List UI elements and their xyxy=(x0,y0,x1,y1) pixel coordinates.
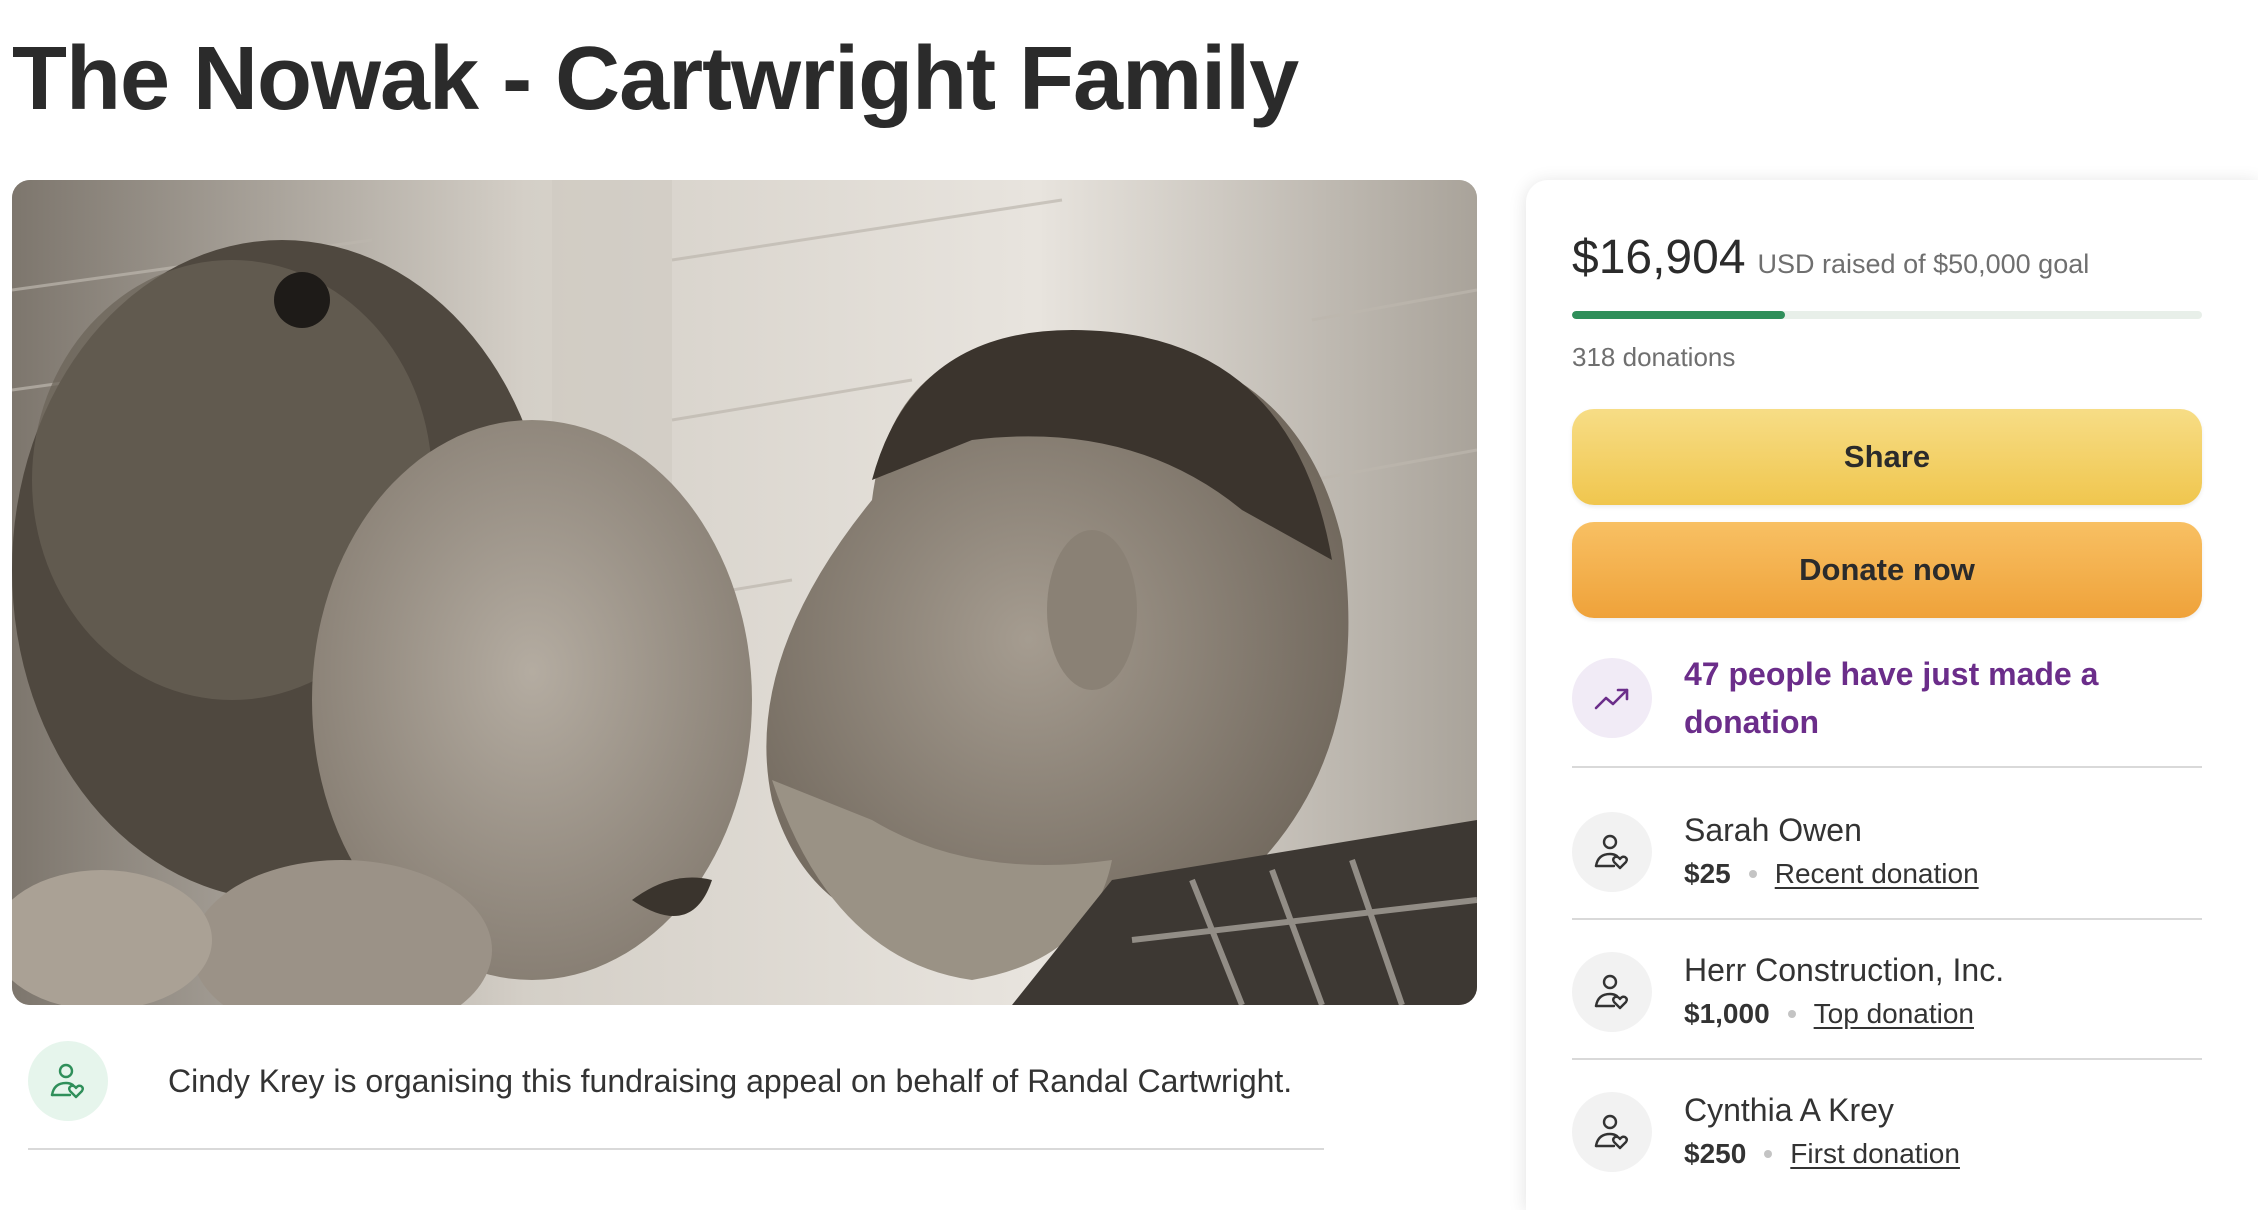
hero-photo xyxy=(12,180,1477,1005)
donor-name: Herr Construction, Inc. xyxy=(1684,952,2005,988)
couple-photo-illustration xyxy=(12,180,1477,1005)
donor-list-item: Sarah Owen $25 Recent donation xyxy=(1572,780,2202,920)
separator-dot xyxy=(1748,870,1757,878)
page-title: The Nowak - Cartwright Family xyxy=(12,29,1299,129)
donor-amount: $1,000 xyxy=(1684,998,1770,1029)
donor-meta: $1,000 Top donation xyxy=(1684,998,1974,1030)
raised-summary: $16,904 USD raised of $50,000 goal xyxy=(1572,230,2089,285)
donor-list-item: Cynthia A Krey $250 First donation xyxy=(1572,1060,2202,1200)
trending-up-icon xyxy=(1572,658,1652,738)
progress-bar-fill xyxy=(1572,311,1785,319)
donor-amount: $25 xyxy=(1684,858,1731,889)
recent-donation-link[interactable]: Recent donation xyxy=(1775,858,1979,890)
donation-card: $16,904 USD raised of $50,000 goal 318 d… xyxy=(1526,180,2258,1210)
raised-goal-text: USD raised of $50,000 goal xyxy=(1757,249,2090,279)
donor-name: Sarah Owen xyxy=(1684,812,1862,848)
first-donation-link[interactable]: First donation xyxy=(1790,1138,1960,1170)
donor-avatar-icon xyxy=(1572,812,1652,892)
donor-avatar-icon xyxy=(1572,1092,1652,1172)
trend-text: 47 people have just made a donation xyxy=(1684,656,2099,740)
donor-name: Cynthia A Krey xyxy=(1684,1092,1894,1128)
organiser-row: Cindy Krey is organising this fundraisin… xyxy=(28,1038,1324,1150)
donor-amount: $250 xyxy=(1684,1138,1747,1169)
donor-meta: $250 First donation xyxy=(1684,1138,1960,1170)
donor-meta: $25 Recent donation xyxy=(1684,858,1979,890)
separator-dot xyxy=(1787,1010,1796,1018)
donor-list-item: Herr Construction, Inc. $1,000 Top donat… xyxy=(1572,920,2202,1060)
top-donation-link[interactable]: Top donation xyxy=(1814,998,1974,1030)
donate-now-button[interactable]: Donate now xyxy=(1572,522,2202,618)
progress-bar xyxy=(1572,311,2202,319)
recent-donations-trend: 47 people have just made a donation xyxy=(1572,650,2202,768)
donor-avatar-icon xyxy=(1572,952,1652,1032)
organiser-text: Cindy Krey is organising this fundraisin… xyxy=(168,1062,1293,1099)
separator-dot xyxy=(1764,1150,1773,1158)
raised-amount: $16,904 xyxy=(1572,231,1746,284)
person-heart-icon xyxy=(28,1041,108,1121)
donations-count: 318 donations xyxy=(1572,342,1736,372)
share-button[interactable]: Share xyxy=(1572,409,2202,505)
